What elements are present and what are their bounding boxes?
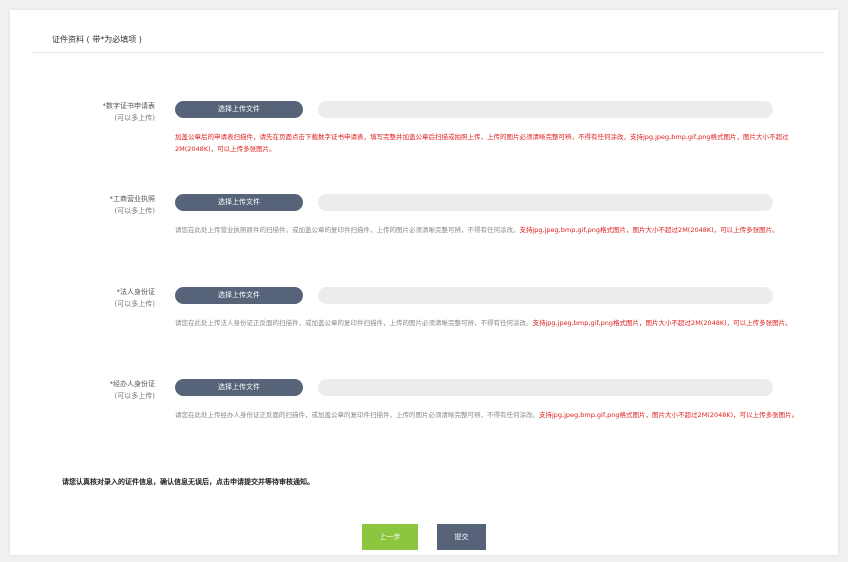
hint-format-text: 支持jpg,jpeg,bmp,gif,png格式图片，图片大小不超过2M(204… [519, 226, 779, 234]
hint-format-text: 支持jpg,jpeg,bmp,gif,png格式图片，图片大小不超过2M(204… [532, 319, 792, 327]
prev-step-button[interactable]: 上一步 [362, 524, 418, 550]
title-divider [32, 52, 824, 53]
field-label-text: *经办人身份证 [109, 380, 156, 388]
upload-hint: 加盖公章后的申请表扫描件，请先在页面点击下载数字证书申请表，填写完整并加盖公章后… [175, 131, 825, 155]
field-sublabel: (可以多上传) [114, 300, 155, 308]
field-label: *工商营业执照 (可以多上传) [50, 193, 156, 217]
field-label: *数字证书申请表 (可以多上传) [50, 100, 156, 124]
upload-button-legal-id[interactable]: 选择上传文件 [175, 287, 303, 304]
upload-section-agent-id: *经办人身份证 (可以多上传) 选择上传文件 请您在此处上传经办人身份证正反面的… [10, 378, 838, 448]
hint-text: 请您在此处上传法人身份证正反面的扫描件，或加盖公章的复印件扫描件，上传的图片必须… [175, 319, 533, 327]
hint-text: 请您在此处上传经办人身份证正反面的扫描件，或加盖公章的复印件扫描件，上传的图片必… [175, 411, 539, 419]
field-sublabel: (可以多上传) [114, 207, 155, 215]
upload-progress-bar [318, 287, 773, 304]
hint-format-text: 支持jpg,jpeg,bmp,gif,png格式图片，图片大小不超过2M(204… [539, 411, 799, 419]
upload-button-agent-id[interactable]: 选择上传文件 [175, 379, 303, 396]
field-label-text: *数字证书申请表 [102, 102, 156, 110]
upload-section-application: *数字证书申请表 (可以多上传) 选择上传文件 加盖公章后的申请表扫描件，请先在… [10, 100, 838, 170]
upload-progress-bar [318, 194, 773, 211]
field-label-text: *法人身份证 [116, 288, 156, 296]
field-label: *法人身份证 (可以多上传) [50, 286, 155, 310]
upload-section-business-license: *工商营业执照 (可以多上传) 选择上传文件 请您在此处上传营业执照原件的扫描件… [10, 193, 838, 263]
upload-section-legal-id: *法人身份证 (可以多上传) 选择上传文件 请您在此处上传法人身份证正反面的扫描… [10, 286, 838, 356]
field-label-text: *工商营业执照 [109, 195, 156, 203]
upload-button-application[interactable]: 选择上传文件 [175, 101, 303, 118]
field-label: *经办人身份证 (可以多上传) [50, 378, 156, 402]
page-title: 证件资料 ( 带*为必填项 ) [52, 35, 142, 44]
upload-hint: 请您在此处上传法人身份证正反面的扫描件，或加盖公章的复印件扫描件，上传的图片必须… [175, 317, 825, 329]
upload-hint: 请您在此处上传营业执照原件的扫描件，或加盖公章的复印件扫描件，上传的图片必须清晰… [175, 224, 825, 236]
hint-text: 请您在此处上传营业执照原件的扫描件，或加盖公章的复印件扫描件，上传的图片必须清晰… [175, 226, 520, 234]
hint-format-text: 加盖公章后的申请表扫描件，请先在页面点击下载数字证书申请表，填写完整并加盖公章后… [175, 133, 789, 153]
upload-progress-bar [318, 101, 773, 118]
field-sublabel: (可以多上传) [114, 392, 155, 400]
upload-hint: 请您在此处上传经办人身份证正反面的扫描件，或加盖公章的复印件扫描件，上传的图片必… [175, 409, 825, 421]
upload-button-business-license[interactable]: 选择上传文件 [175, 194, 303, 211]
field-sublabel: (可以多上传) [114, 114, 155, 122]
submit-button[interactable]: 提交 [437, 524, 486, 550]
form-card: 证件资料 ( 带*为必填项 ) *数字证书申请表 (可以多上传) 选择上传文件 … [10, 10, 838, 555]
upload-progress-bar [318, 379, 773, 396]
confirm-note: 请您认真核对录入的证件信息，确认信息无误后，点击申请提交并等待审核通知。 [62, 478, 314, 486]
